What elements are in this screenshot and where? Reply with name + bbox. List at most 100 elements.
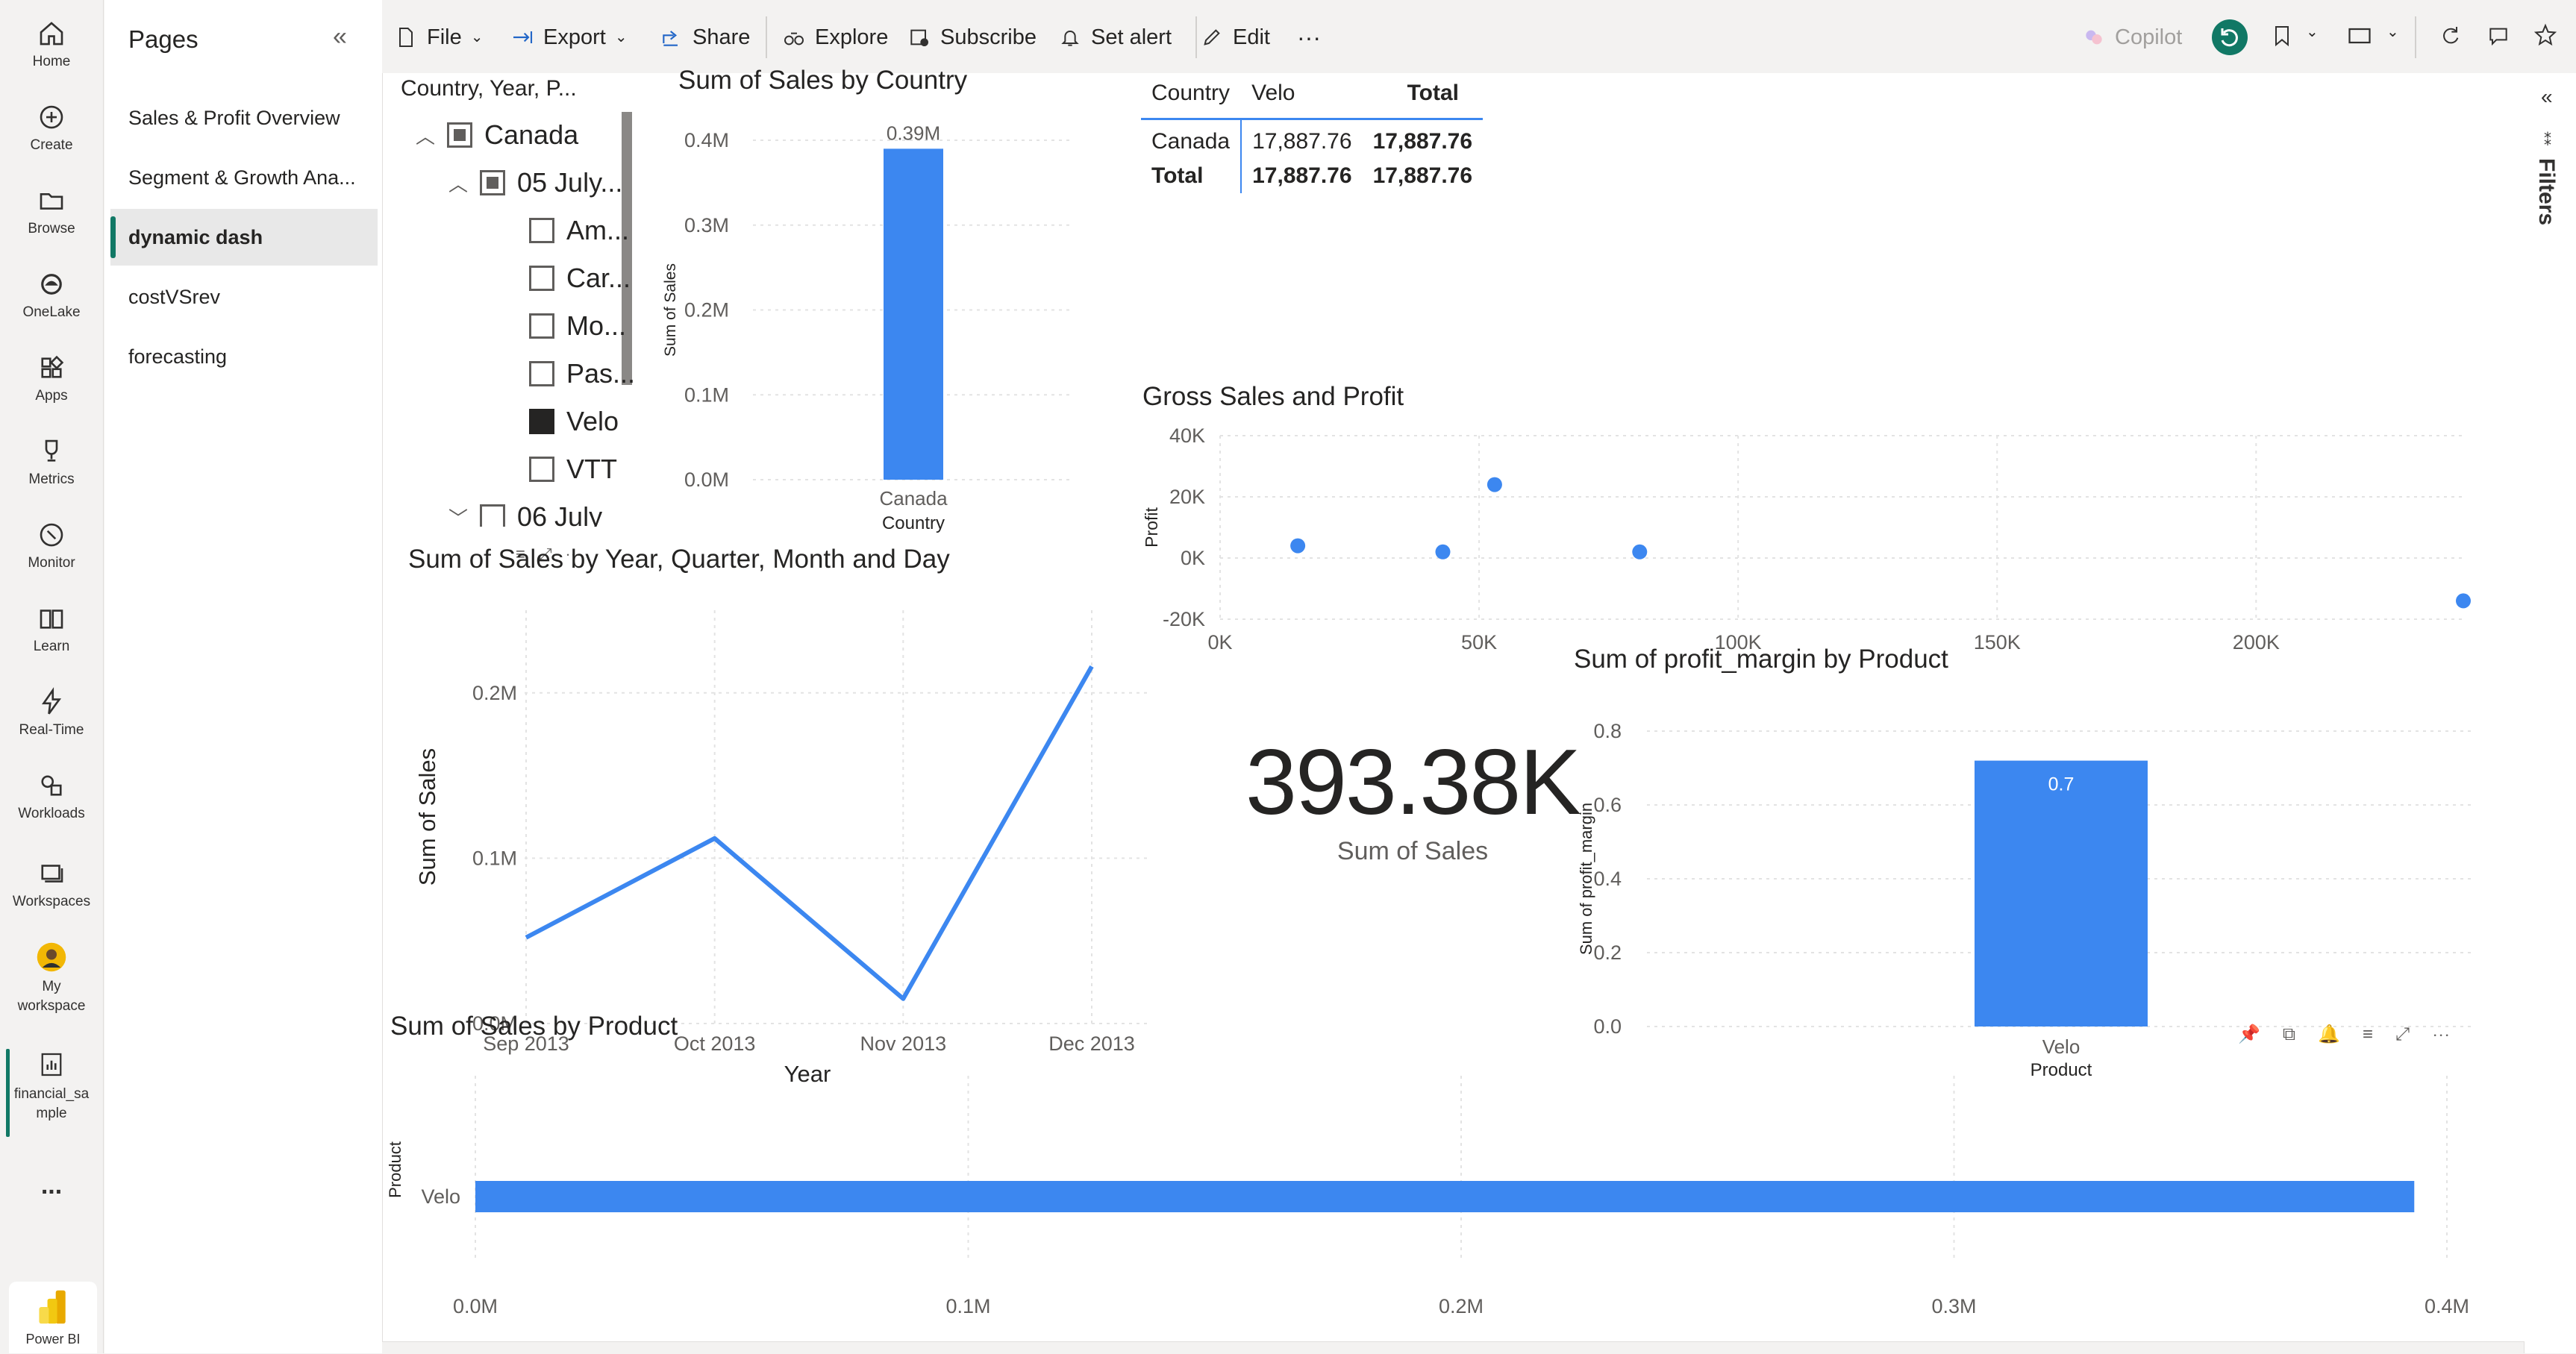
more-options-button[interactable]: ··· <box>1297 21 1321 54</box>
country-product-matrix[interactable]: Country Velo Total Canada 17,887.76 17,8… <box>1141 73 1484 193</box>
page-tab-sales-profit-overview[interactable]: Sales & Profit Overview <box>110 90 378 146</box>
rail-apps[interactable]: Apps <box>0 352 103 404</box>
file-menu-button[interactable]: File ⌄ <box>394 21 484 54</box>
y-tick-label: 0.6 <box>1593 794 1622 816</box>
series-line <box>525 665 1094 1001</box>
matrix-header[interactable]: Total <box>1363 73 1483 119</box>
slicer-checkbox[interactable] <box>447 122 473 148</box>
book-icon <box>40 609 63 629</box>
page-tab-dynamic-dash[interactable]: dynamic dash <box>110 209 378 266</box>
slicer-row-product[interactable]: Mo... <box>529 310 626 342</box>
refresh-icon[interactable] <box>2439 24 2463 48</box>
set-alert-button[interactable]: Set alert <box>1058 21 1172 54</box>
rail-onelake[interactable]: OneLake <box>0 269 103 321</box>
subscribe-button[interactable]: Subscribe <box>907 21 1037 54</box>
reset-icon <box>2221 28 2238 47</box>
y-tick-label: 0.3M <box>684 214 729 236</box>
brand-switcher[interactable]: Power BI <box>9 1282 97 1353</box>
x-tick-label: Dec 2013 <box>1048 1032 1135 1055</box>
rail-more-button[interactable]: ... <box>0 1171 103 1200</box>
matrix-total-row[interactable]: Total 17,887.76 17,887.76 <box>1141 159 1483 193</box>
slicer-checkbox[interactable] <box>529 361 554 386</box>
slicer-row-product[interactable]: Pas... <box>529 358 635 389</box>
slicer-row-canada[interactable]: ︿ Canada <box>416 119 578 151</box>
copilot-button[interactable]: Copilot <box>2082 21 2182 54</box>
export-menu-button[interactable]: Export ⌄ <box>510 21 628 54</box>
chart-title: Gross Sales and Profit <box>1142 382 1404 411</box>
rail-learn[interactable]: Learn <box>0 603 103 655</box>
slicer-checkbox[interactable] <box>529 457 554 482</box>
sales-by-country-chart[interactable]: 0.0M 0.1M 0.2M 0.3M 0.4M 0.39M Canada Country Su… <box>656 110 1089 551</box>
slicer-checkbox[interactable] <box>529 266 554 291</box>
comment-icon[interactable] <box>2486 24 2510 48</box>
slicer-checkbox[interactable] <box>529 313 554 339</box>
matrix-row[interactable]: Canada 17,887.76 17,887.76 <box>1141 119 1483 159</box>
y-tick-label: -20K <box>1163 608 1205 630</box>
app-rail: Home Create Browse OneLake Apps Metrics … <box>0 0 104 1353</box>
rail-browse[interactable]: Browse <box>0 185 103 237</box>
slicer-checkbox[interactable] <box>529 218 554 243</box>
chevron-down-icon: ⌄ <box>2386 24 2399 40</box>
slicer-row-product[interactable]: Car... <box>529 263 631 294</box>
slicer-checkbox-checked[interactable] <box>529 409 554 434</box>
plus-circle-icon <box>40 105 63 129</box>
slicer-row-product[interactable]: VTT <box>529 454 617 485</box>
slicer-row-product-selected[interactable]: Velo <box>529 406 619 437</box>
rail-workspaces[interactable]: Workspaces <box>0 858 103 910</box>
slicer-checkbox[interactable] <box>480 504 506 527</box>
status-bar <box>382 1341 2524 1354</box>
chevron-up-icon[interactable]: ︿ <box>448 169 468 197</box>
binoculars-icon <box>784 32 804 46</box>
slicer-label: VTT <box>566 454 617 484</box>
star-icon[interactable] <box>2533 22 2558 48</box>
matrix-cell: 17,887.76 <box>1372 129 1473 154</box>
rail-create[interactable]: Create <box>0 101 103 154</box>
slicer-row-date[interactable]: ︿ 05 July... <box>448 167 622 198</box>
slicer-row-date[interactable]: ﹀ 06 July <box>448 501 602 527</box>
edit-button[interactable]: Edit <box>1200 21 1270 54</box>
slicer-checkbox[interactable] <box>480 170 506 195</box>
rail-monitor[interactable]: Monitor <box>0 519 103 571</box>
share-button[interactable]: Share <box>660 21 750 54</box>
rail-financial-sample[interactable]: financial_sample <box>0 1049 103 1137</box>
home-icon <box>40 22 63 46</box>
rail-metrics[interactable]: Metrics <box>0 436 103 488</box>
view-button[interactable]: ⌄ <box>2345 22 2412 52</box>
sales-by-product-bar-chart[interactable]: 0.0M 0.1M 0.2M 0.3M 0.4M Velo Product <box>383 1055 2495 1338</box>
scatter-point <box>1632 544 1648 560</box>
folder-icon <box>40 192 63 210</box>
slicer-label: Car... <box>566 263 631 293</box>
reset-button[interactable] <box>2212 19 2248 55</box>
explore-button[interactable]: Explore <box>782 21 888 54</box>
page-tab-segment-growth[interactable]: Segment & Growth Ana... <box>110 149 378 206</box>
copilot-icon <box>2086 30 2102 45</box>
rail-home[interactable]: Home <box>0 18 103 70</box>
gross-sales-profit-scatter[interactable]: -20K0K20K40K0K 50K 100K 150K 200KProfit <box>1135 421 2501 719</box>
collapse-pane-icon[interactable]: « <box>333 22 347 51</box>
rail-workloads[interactable]: Workloads <box>0 770 103 822</box>
page-tab-costvsrev[interactable]: costVSrev <box>110 269 378 325</box>
filters-pane[interactable]: « ⁑ Filters <box>2524 73 2576 1353</box>
rail-home-label: Home <box>32 54 71 69</box>
visual-header-icons[interactable]: 📌⧉🔔≡⤢⋯ <box>2238 1024 2472 1045</box>
expand-filters-icon[interactable]: « <box>2541 85 2553 109</box>
bookmark-button[interactable]: ⌄ <box>2270 22 2330 52</box>
page-tab-forecasting[interactable]: forecasting <box>110 328 378 385</box>
chevron-down-icon[interactable]: ﹀ <box>448 504 468 527</box>
rail-metrics-label: Metrics <box>28 471 75 487</box>
kpi-card[interactable]: 393.38K Sum of Sales <box>1204 730 1622 866</box>
hierarchy-slicer[interactable]: Country, Year, P... ︿ Canada ︿ 05 July..… <box>401 73 654 527</box>
chevron-up-icon[interactable]: ︿ <box>416 122 435 149</box>
slicer-label: Velo <box>566 406 619 436</box>
rail-realtime[interactable]: Real-Time <box>0 686 103 739</box>
x-tick-label: Oct 2013 <box>674 1032 756 1055</box>
scatter-point <box>1486 477 1502 492</box>
pages-pane: Pages « Sales & Profit Overview Segment … <box>104 0 383 1353</box>
x-tick-label: 0.2M <box>1439 1295 1484 1317</box>
slicer-row-product[interactable]: Am... <box>529 215 629 246</box>
rail-monitor-label: Monitor <box>28 555 75 571</box>
slicer-scrollbar[interactable] <box>622 112 632 385</box>
matrix-header[interactable]: Country <box>1141 73 1241 119</box>
matrix-header[interactable]: Velo <box>1241 73 1362 119</box>
rail-my-workspace[interactable]: My workspace <box>0 941 103 1016</box>
